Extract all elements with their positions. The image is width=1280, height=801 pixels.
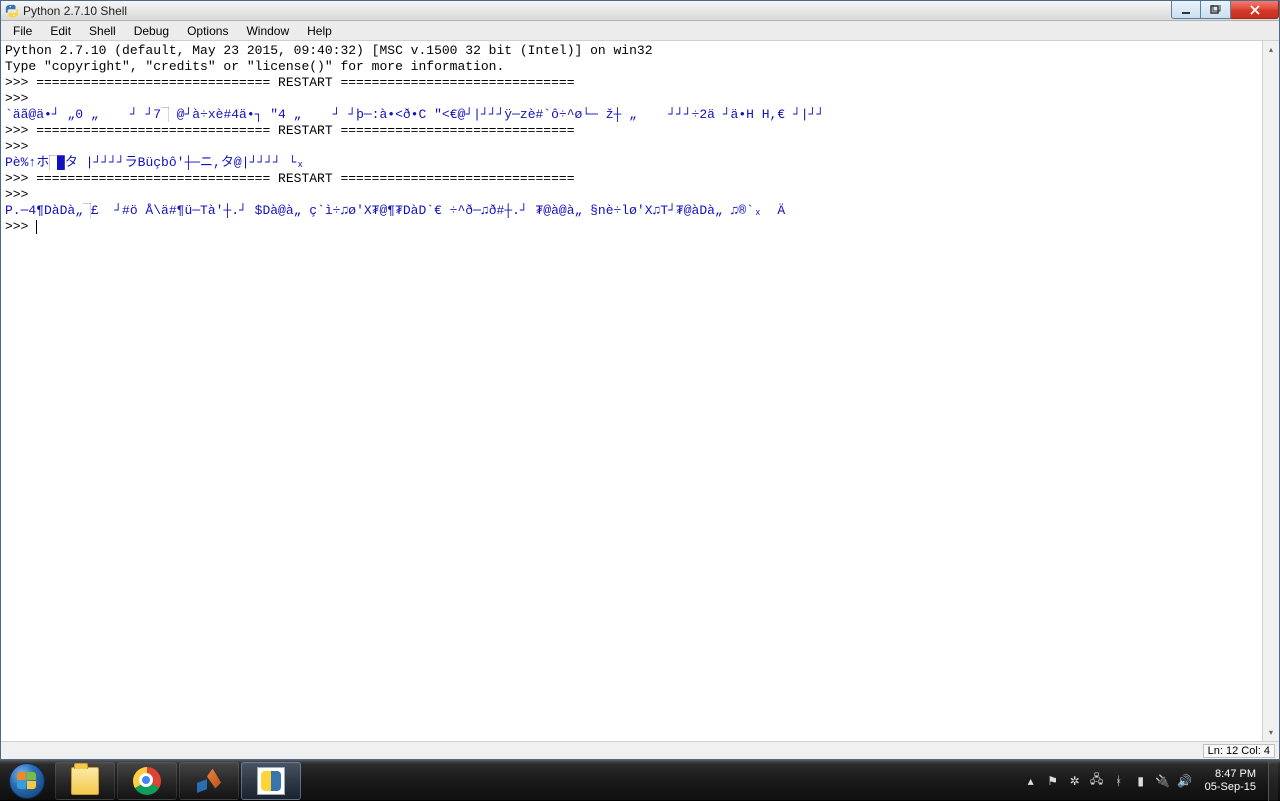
- menu-help[interactable]: Help: [299, 23, 340, 39]
- menu-debug[interactable]: Debug: [126, 23, 177, 39]
- taskbar-app-idle[interactable]: [241, 762, 301, 800]
- menu-file[interactable]: File: [5, 23, 40, 39]
- vertical-scrollbar[interactable]: ▴ ▾: [1262, 41, 1279, 741]
- tray-power-icon[interactable]: 🔌: [1155, 773, 1171, 789]
- taskbar-app-chrome[interactable]: [117, 762, 177, 800]
- app-window: Python 2.7.10 Shell File Edit Shell Debu…: [0, 0, 1280, 760]
- menu-edit[interactable]: Edit: [42, 23, 79, 39]
- menu-window[interactable]: Window: [238, 23, 297, 39]
- clock-date: 05-Sep-15: [1205, 781, 1256, 794]
- tray-icons: ⚑ ✲ 🖧 ᚼ ▮ 🔌 🔊: [1045, 773, 1193, 789]
- statusbar: Ln: 12 Col: 4: [1, 741, 1279, 759]
- restart-line-1: >>> ============================== RESTA…: [5, 75, 575, 90]
- prompt: >>>: [5, 219, 36, 234]
- maximize-button[interactable]: [1201, 1, 1231, 19]
- tray-bluetooth-icon[interactable]: ᚼ: [1111, 773, 1127, 789]
- banner-line-2: Type "copyright", "credits" or "license(…: [5, 59, 504, 74]
- python-icon: [5, 4, 19, 18]
- text-cursor: [36, 220, 37, 234]
- taskbar: ▴ ⚑ ✲ 🖧 ᚼ ▮ 🔌 🔊 8:47 PM 05-Sep-15: [0, 760, 1280, 800]
- taskbar-clock[interactable]: 8:47 PM 05-Sep-15: [1199, 768, 1262, 794]
- prompt: >>>: [5, 91, 36, 106]
- menu-shell[interactable]: Shell: [81, 23, 124, 39]
- tray-volume-icon[interactable]: 🔊: [1177, 773, 1193, 789]
- taskbar-app-explorer[interactable]: [55, 762, 115, 800]
- window-title: Python 2.7.10 Shell: [23, 4, 127, 18]
- scroll-down-button[interactable]: ▾: [1263, 724, 1279, 741]
- start-button[interactable]: [0, 761, 54, 801]
- prompt: >>>: [5, 187, 36, 202]
- cursor-position: Ln: 12 Col: 4: [1203, 744, 1275, 758]
- taskbar-app-matlab[interactable]: [179, 762, 239, 800]
- matlab-icon: [195, 767, 223, 795]
- prompt: >>>: [5, 139, 36, 154]
- folder-icon: [71, 767, 99, 795]
- window-controls: [1171, 1, 1279, 19]
- tray-overflow-button[interactable]: ▴: [1023, 773, 1039, 789]
- tray-network-icon[interactable]: 🖧: [1089, 773, 1105, 789]
- title-left: Python 2.7.10 Shell: [1, 4, 127, 18]
- show-desktop-button[interactable]: [1268, 761, 1278, 801]
- menu-options[interactable]: Options: [179, 23, 236, 39]
- titlebar[interactable]: Python 2.7.10 Shell: [1, 1, 1279, 21]
- scroll-up-button[interactable]: ▴: [1263, 41, 1279, 58]
- restart-line-2: >>> ============================== RESTA…: [5, 123, 575, 138]
- restart-line-3: >>> ============================== RESTA…: [5, 171, 575, 186]
- output-line-1: `äã@ä•┘ „0 „ ┘ ┘7█ @┘à÷xè#4ä•┐ ″4 „ ┘ ┘þ…: [5, 107, 824, 122]
- taskbar-left: [0, 761, 302, 800]
- chrome-icon: [133, 767, 161, 795]
- windows-logo-icon: [17, 772, 37, 790]
- menubar: File Edit Shell Debug Options Window Hel…: [1, 21, 1279, 41]
- content-wrap: Python 2.7.10 (default, May 23 2015, 09:…: [1, 41, 1279, 741]
- minimize-button[interactable]: [1171, 1, 1201, 19]
- tray-battery-icon[interactable]: ▮: [1133, 773, 1149, 789]
- close-button[interactable]: [1231, 1, 1279, 19]
- output-line-3: P.─4¶DàDà„█£ ┘#ö Å\ä#¶ü─Tà'┼.┘ $Dà@à„ ç`…: [5, 203, 785, 218]
- hl-block: █: [161, 107, 169, 122]
- shell-content[interactable]: Python 2.7.10 (default, May 23 2015, 09:…: [1, 41, 1262, 741]
- output-line-2: Pè%↑ホ██タ |┘┘┘┘ラBüçbô'┼─ニ,タ@|┘┘┘┘ └ₓ: [5, 155, 304, 170]
- tray-sync-icon[interactable]: ✲: [1067, 773, 1083, 789]
- clock-time: 8:47 PM: [1205, 768, 1256, 781]
- banner-line-1: Python 2.7.10 (default, May 23 2015, 09:…: [5, 43, 653, 58]
- taskbar-right: ▴ ⚑ ✲ 🖧 ᚼ ▮ 🔌 🔊 8:47 PM 05-Sep-15: [1023, 761, 1280, 800]
- tray-flag-icon[interactable]: ⚑: [1045, 773, 1061, 789]
- idle-icon: [257, 767, 285, 795]
